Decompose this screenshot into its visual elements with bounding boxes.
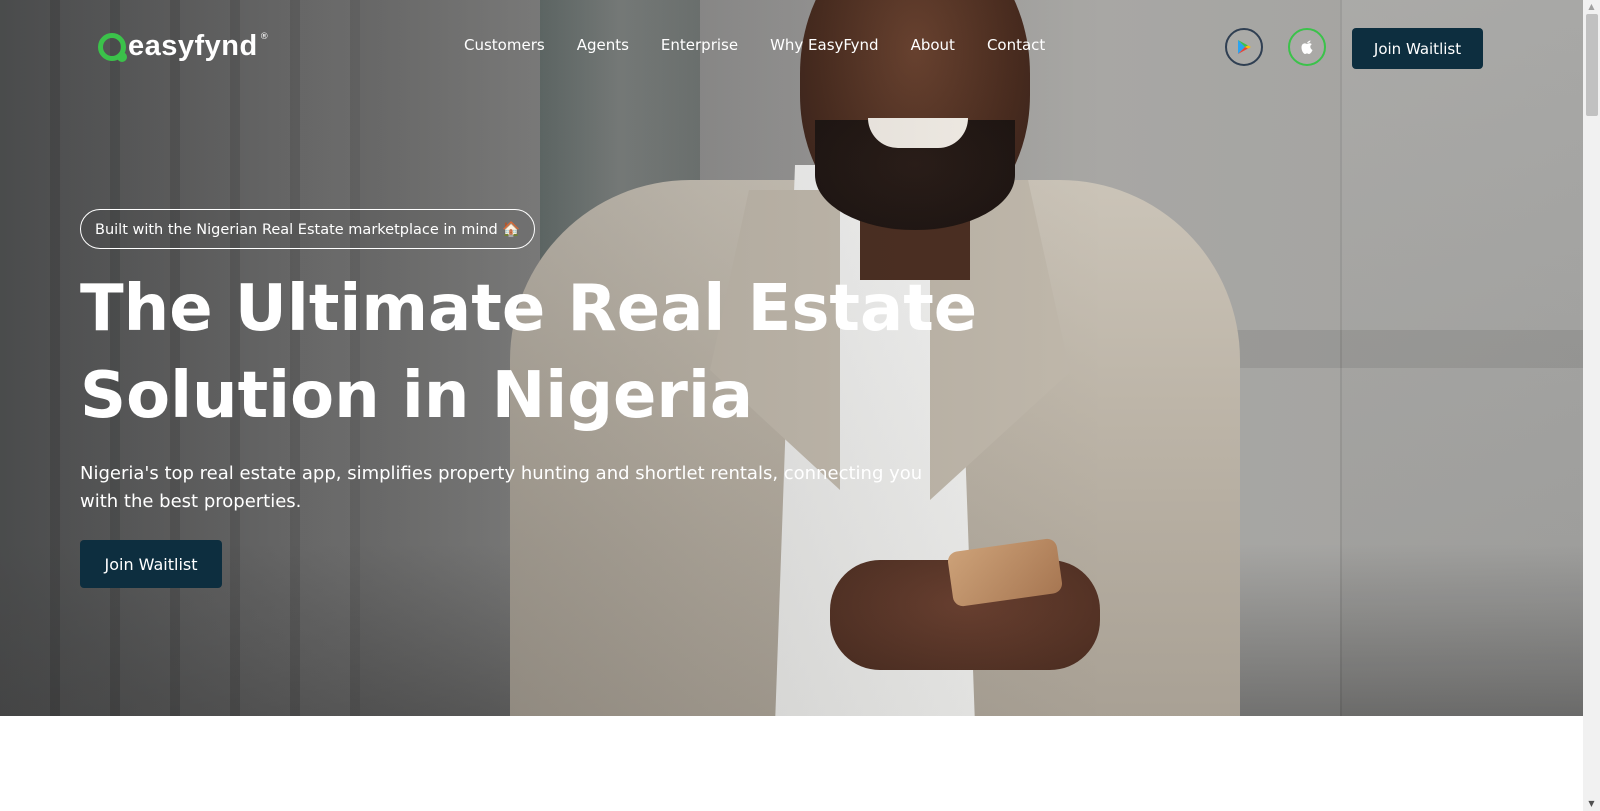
google-play-icon (1238, 40, 1251, 54)
hero-headline-line-1: The Ultimate Real Estate (80, 272, 978, 346)
hero-subtext: Nigeria's top real estate app, simplifie… (80, 463, 923, 512)
nav-link-contact[interactable]: Contact (987, 36, 1045, 54)
nav-link-about[interactable]: About (911, 36, 955, 54)
join-waitlist-button-hero[interactable]: Join Waitlist (80, 540, 222, 588)
hero-headline: The Ultimate Real Estate Solution in Nig… (80, 266, 980, 440)
registered-mark: ® (259, 32, 269, 42)
nav-link-enterprise[interactable]: Enterprise (661, 36, 738, 54)
app-store-button[interactable] (1288, 28, 1326, 66)
nav-link-customers[interactable]: Customers (464, 36, 545, 54)
apple-icon (1301, 40, 1313, 54)
hero-headline-line-2: Solution in Nigeria (80, 359, 754, 433)
logo-icon (98, 32, 127, 62)
scroll-up-icon[interactable]: ▲ (1583, 0, 1600, 14)
hero-tagline-pill: Built with the Nigerian Real Estate mark… (80, 209, 536, 249)
nav-link-agents[interactable]: Agents (577, 36, 629, 54)
logo-text: easyfynd (128, 30, 258, 62)
scroll-thumb[interactable] (1586, 14, 1598, 116)
page-scrollbar[interactable]: ▲ ▼ (1583, 0, 1600, 811)
google-play-button[interactable] (1225, 28, 1263, 66)
scroll-down-icon[interactable]: ▼ (1583, 797, 1600, 811)
main-nav: Customers Agents Enterprise Why EasyFynd… (464, 36, 1045, 54)
logo-link[interactable]: easyfynd ® (98, 30, 269, 63)
join-waitlist-button-nav[interactable]: Join Waitlist (1352, 28, 1483, 69)
nav-link-why-easyfynd[interactable]: Why EasyFynd (770, 36, 879, 54)
hero-section: easyfynd ® Customers Agents Enterprise W… (0, 0, 1583, 716)
